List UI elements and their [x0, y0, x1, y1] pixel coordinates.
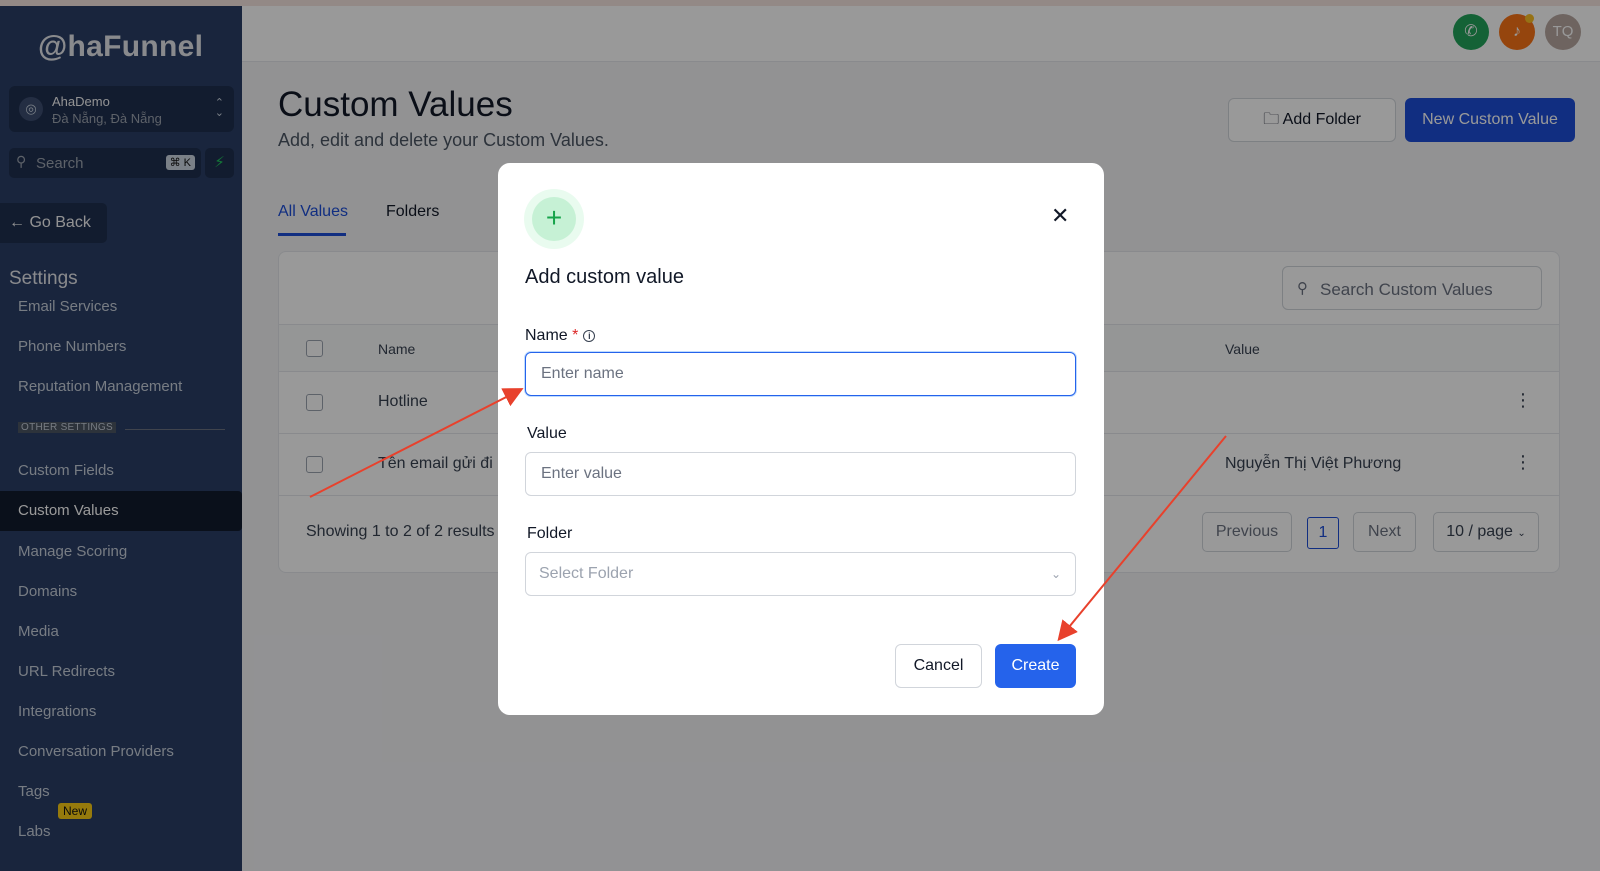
- close-icon[interactable]: ✕: [1051, 203, 1069, 229]
- add-custom-value-modal: + ✕ Add custom value Name * i Enter name …: [498, 163, 1104, 715]
- create-button[interactable]: Create: [995, 644, 1076, 688]
- cancel-button[interactable]: Cancel: [895, 644, 982, 688]
- plus-icon: +: [532, 197, 576, 241]
- value-input[interactable]: Enter value: [525, 452, 1076, 496]
- folder-select-placeholder: Select Folder: [539, 565, 634, 582]
- chevron-down-icon: ⌄: [1050, 567, 1061, 581]
- folder-label: Folder: [527, 525, 573, 542]
- info-icon: i: [583, 330, 596, 342]
- required-asterisk: *: [572, 327, 579, 344]
- name-input[interactable]: Enter name: [525, 352, 1076, 396]
- folder-select[interactable]: Select Folder ⌄: [525, 552, 1076, 596]
- modal-title: Add custom value: [525, 266, 684, 288]
- name-label-text: Name: [525, 327, 568, 344]
- value-label: Value: [527, 425, 567, 442]
- plus-badge: +: [524, 189, 584, 249]
- name-label: Name * i: [525, 327, 596, 345]
